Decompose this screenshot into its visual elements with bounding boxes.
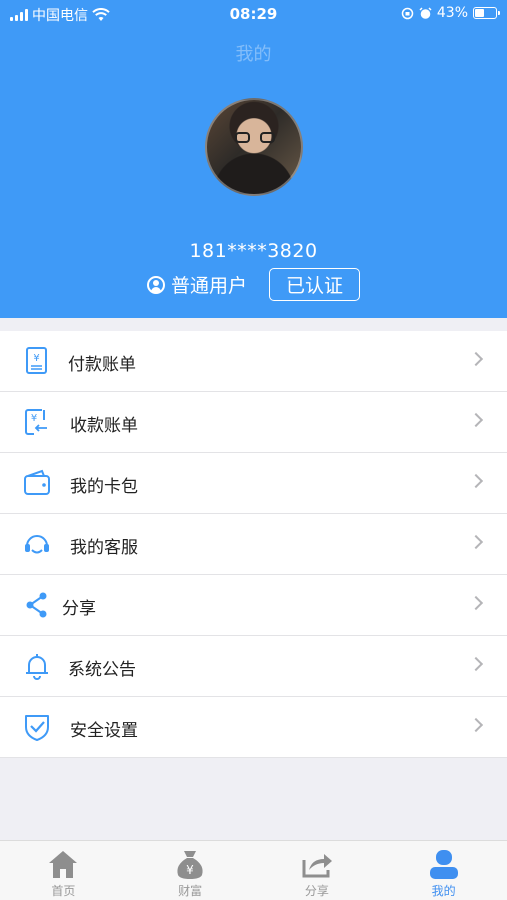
tab-profile-label: 我的 [431,884,456,898]
menu-label-wallet: 我的卡包 [70,477,138,497]
tab-home-label: 首页 [51,884,76,898]
bell-icon [26,654,48,680]
tab-wealth-label: 财富 [178,884,203,898]
user-info-row: 普通用户 已认证 [0,268,507,301]
user-type: 普通用户 [146,271,247,298]
menu-item-receipt-bill[interactable]: ¥ 收款账单 [0,392,507,453]
menu-label-payment-bill: 付款账单 [68,355,136,375]
svg-text:¥: ¥ [186,863,194,877]
profile-icon [429,850,458,879]
user-type-label: 普通用户 [170,275,247,297]
menu-label-security: 安全设置 [70,721,138,741]
user-icon [146,275,165,294]
page-title: 我的 [235,44,272,65]
battery-fill [475,9,484,17]
menu-item-security[interactable]: 安全设置 [0,697,507,758]
tab-wealth[interactable]: ¥ 财富 [127,841,254,900]
tab-profile[interactable]: 我的 [380,841,507,900]
menu-item-wallet[interactable]: 我的卡包 [0,453,507,514]
verified-badge[interactable]: 已认证 [269,268,361,301]
avatar-glasses [235,132,275,144]
menu-label-receipt-bill: 收款账单 [70,416,138,436]
payment-bill-icon: ¥ [26,347,47,374]
menu-item-share[interactable]: 分享 [0,575,507,636]
profile-header: 中国电信 08:29 43% 我的 181****3820 普通用户 已认证 [0,0,507,318]
menu-label-customer-service: 我的客服 [70,538,138,558]
chevron-right-icon [468,595,484,611]
phone-number: 181****3820 [189,240,318,262]
chevron-right-icon [468,351,484,367]
money-bag-icon: ¥ [177,851,203,879]
chevron-right-icon [468,656,484,672]
chevron-right-icon [468,412,484,428]
status-bar: 中国电信 08:29 43% [0,0,507,28]
menu-item-customer-service[interactable]: 我的客服 [0,514,507,575]
share-arrow-icon [302,854,332,878]
svg-text:¥: ¥ [31,413,37,424]
chevron-right-icon [468,717,484,733]
tab-share-label: 分享 [304,884,329,898]
tab-bar: 首页 ¥ 财富 分享 我的 [0,840,507,900]
shield-icon [25,715,49,741]
headset-icon [25,535,49,554]
avatar[interactable] [205,98,303,196]
wallet-icon [24,469,50,495]
battery-percent: 43% [436,5,468,21]
share-icon [26,592,47,618]
status-right-group: 43% [401,5,500,21]
menu-item-payment-bill[interactable]: ¥ 付款账单 [0,331,507,392]
receipt-bill-icon: ¥ [25,409,47,435]
alarm-icon [419,6,432,19]
chevron-right-icon [468,473,484,489]
battery-icon [473,7,500,19]
menu-list: ¥ 付款账单 ¥ 收款账单 我的卡包 我的客服 分享 系统公告 安全设置 [0,331,507,758]
menu-item-announcement[interactable]: 系统公告 [0,636,507,697]
menu-label-announcement: 系统公告 [68,660,136,680]
tab-share[interactable]: 分享 [254,841,381,900]
svg-text:¥: ¥ [33,353,39,364]
chevron-right-icon [468,534,484,550]
orientation-lock-icon [401,7,414,19]
menu-label-share: 分享 [62,599,96,619]
home-icon [49,851,78,878]
tab-home[interactable]: 首页 [0,841,127,900]
